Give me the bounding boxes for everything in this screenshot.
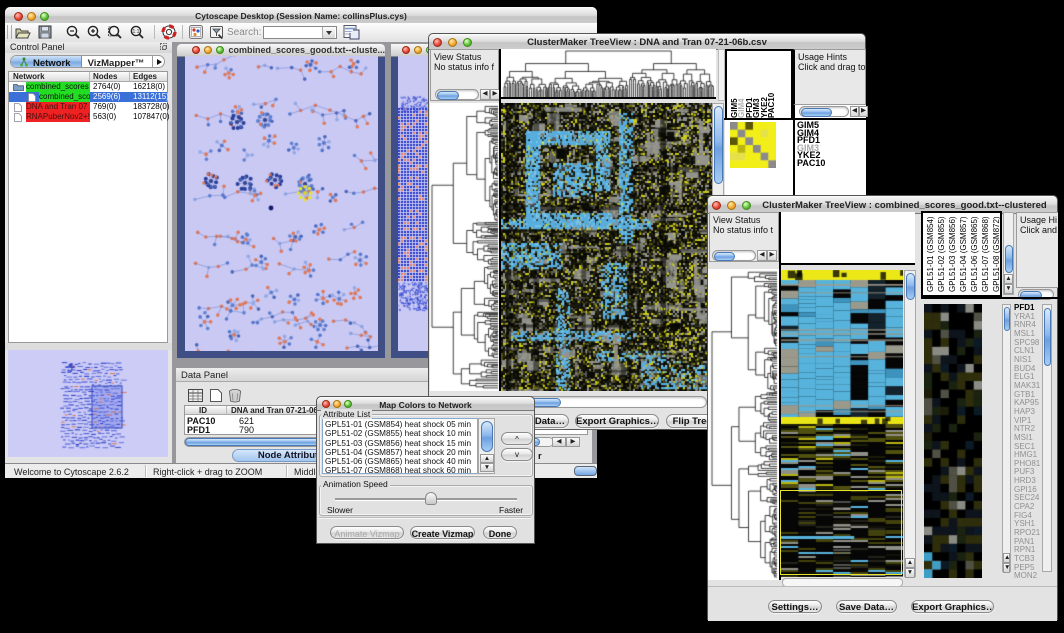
svg-text:1:1: 1:1 — [133, 29, 140, 35]
